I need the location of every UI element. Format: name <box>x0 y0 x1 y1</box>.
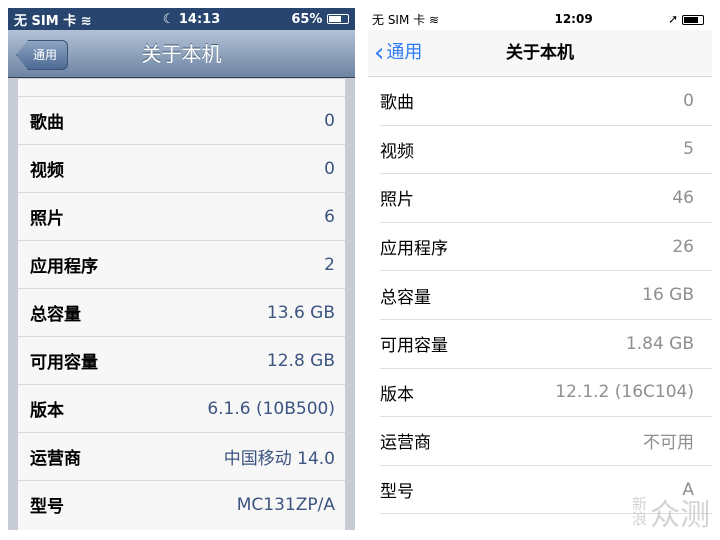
list-item: 型号 MC131ZP/A <box>18 480 345 528</box>
clock: 12:09 <box>554 12 593 26</box>
list-item: 歌曲 0 <box>380 77 712 126</box>
row-value: 不可用 <box>643 433 694 454</box>
row-label: 歌曲 <box>30 113 64 133</box>
battery-percent: 65% <box>291 11 323 27</box>
battery-icon <box>327 14 349 24</box>
back-button[interactable]: ‹ 通用 <box>374 30 422 76</box>
row-value: 1.84 GB <box>625 333 694 354</box>
list-item: 视频 0 <box>18 144 345 192</box>
location-icon: ➚ <box>668 12 679 26</box>
carrier: 无 SIM 卡 <box>14 13 77 29</box>
row-value: 26 <box>672 236 694 257</box>
row-value: 6 <box>324 206 335 227</box>
list-item: 运营商 不可用 <box>380 417 712 466</box>
battery-icon <box>682 14 704 25</box>
row-value: 46 <box>672 187 694 208</box>
nav-bar: 关于本机 通用 <box>8 30 355 78</box>
list-item: 应用程序 26 <box>380 223 712 272</box>
wifi-icon: ≋ <box>428 12 440 27</box>
back-label: 通用 <box>386 42 423 63</box>
list-item: 应用程序 2 <box>18 240 345 288</box>
list-item: 总容量 13.6 GB <box>18 288 345 336</box>
row-label: 可用容量 <box>30 353 98 373</box>
clock: 14:13 <box>178 11 221 27</box>
row-label: 型号 <box>380 482 414 503</box>
row-label: 运营商 <box>380 433 431 454</box>
row-value: 0 <box>324 110 335 131</box>
row-value: 12.8 GB <box>266 350 335 371</box>
row-label: 视频 <box>380 141 414 162</box>
watermark-logo: 新浪 众测 <box>632 495 710 534</box>
row-label: 总容量 <box>30 305 81 325</box>
list-item: 歌曲 0 <box>18 96 345 144</box>
row-label: 照片 <box>380 190 414 211</box>
list-item: 视频 5 <box>380 126 712 175</box>
row-label: 应用程序 <box>380 239 448 260</box>
row-label: 照片 <box>30 209 64 229</box>
chevron-left-icon: ‹ <box>374 38 385 68</box>
list-item: 运营商 中国移动 14.0 <box>18 432 345 480</box>
info-list: 歌曲 0 视频 0 照片 6 应用程序 2 总容量 13.6 GB 可用容量 12.8 GB 版本 6.1… <box>18 79 345 530</box>
row-value: MC131ZP/A <box>236 494 335 515</box>
ios6-screen: 无 SIM 卡 ≋ ☾ 14:13 65% 关于本机 通用 歌曲 0 视频 0 照片 6 应… <box>8 8 355 530</box>
row-value: 中国移动 14.0 <box>223 449 335 469</box>
list-item: 照片 6 <box>18 192 345 240</box>
wifi-icon: ≋ <box>80 13 92 29</box>
row-value: 12.1.2 (16C104) <box>555 382 694 403</box>
row-value: 16 GB <box>642 285 694 306</box>
row-value: 13.6 GB <box>266 302 335 323</box>
info-list: 歌曲 0 视频 5 照片 46 应用程序 26 总容量 16 GB 可用容量 1.84 GB 版本 12.… <box>368 77 712 515</box>
list-item: 版本 6.1.6 (10B500) <box>18 384 345 432</box>
status-bar: 无 SIM 卡 ≋ 12:09 ➚ <box>368 8 712 30</box>
list-item: 版本 12.1.2 (16C104) <box>380 369 712 418</box>
row-label: 运营商 <box>30 449 81 469</box>
row-label: 应用程序 <box>30 257 98 277</box>
list-item: 可用容量 12.8 GB <box>18 336 345 384</box>
row-value: 0 <box>324 158 335 179</box>
ios12-screen: 无 SIM 卡 ≋ 12:09 ➚ 关于本机 ‹ 通用 歌曲 0 视频 5 照片 46 应用程… <box>368 8 712 540</box>
row-value: 2 <box>324 254 335 275</box>
status-bar: 无 SIM 卡 ≋ ☾ 14:13 65% <box>8 8 355 30</box>
row-label: 可用容量 <box>380 336 448 357</box>
row-label: 视频 <box>30 161 64 181</box>
row-label: 总容量 <box>380 287 431 308</box>
row-label: 版本 <box>30 401 64 421</box>
row-value: 6.1.6 (10B500) <box>207 398 335 419</box>
row-label: 型号 <box>30 497 64 517</box>
list-item: 照片 46 <box>380 174 712 223</box>
row-value: 0 <box>683 90 694 111</box>
row-label: 歌曲 <box>380 93 414 114</box>
row-value: 5 <box>683 139 694 160</box>
list-item <box>18 79 345 96</box>
moon-icon: ☾ <box>162 11 175 27</box>
carrier: 无 SIM 卡 <box>372 12 426 27</box>
list-item: 总容量 16 GB <box>380 271 712 320</box>
list-item: 可用容量 1.84 GB <box>380 320 712 369</box>
row-label: 版本 <box>380 384 414 405</box>
nav-bar: 关于本机 ‹ 通用 <box>368 30 712 77</box>
